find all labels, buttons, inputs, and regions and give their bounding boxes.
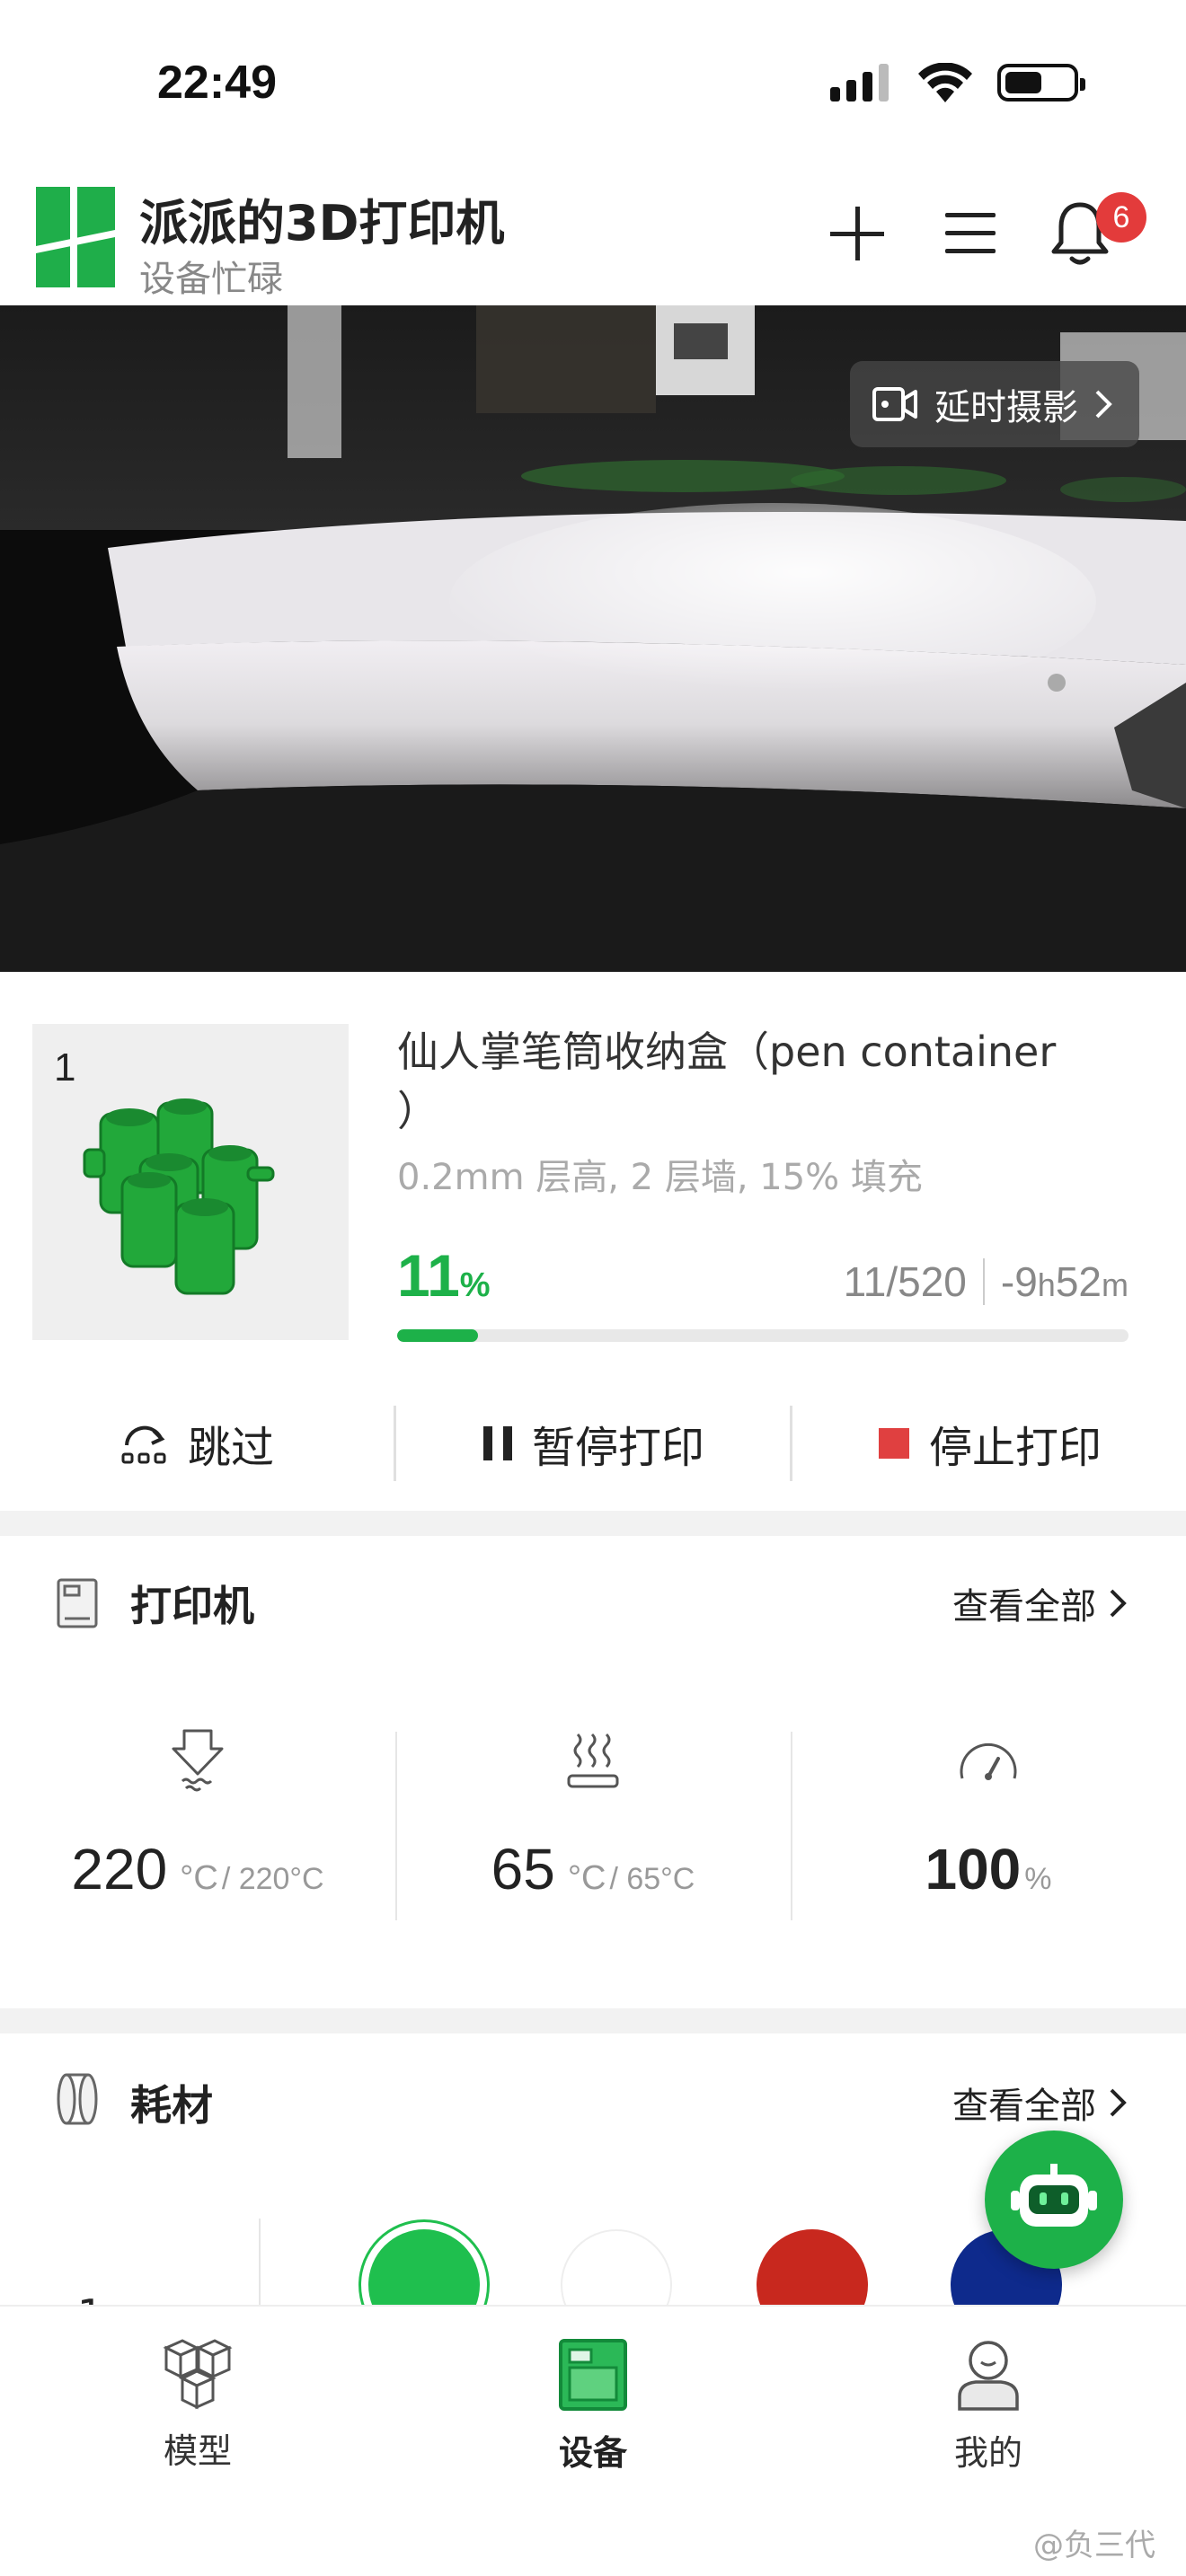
printer-view-all-label: 查看全部 — [952, 1586, 1096, 1628]
skip-icon — [121, 1425, 166, 1464]
tab-profile[interactable]: 我的 — [890, 2337, 1087, 2475]
bed-temp-unit: °C — [567, 1859, 606, 1897]
menu-button[interactable] — [934, 198, 1006, 269]
pause-button[interactable]: 暂停打印 — [394, 1406, 790, 1481]
chevron-right-icon — [1110, 1589, 1127, 1618]
pause-icon — [482, 1426, 512, 1460]
printer-icon — [57, 1578, 98, 1628]
filament-slot-2[interactable] — [561, 2229, 672, 2308]
battery-icon — [997, 64, 1085, 101]
section-divider — [0, 1511, 1186, 1536]
camera-feed[interactable]: 延时摄影 — [0, 305, 1186, 972]
printer-stats: 220 °C / 220°C 65 °C / 65°C 100 % — [0, 1725, 1186, 1922]
nozzle-temp-unit: °C — [180, 1859, 218, 1897]
watermark: @负三代 — [1033, 2527, 1155, 2563]
chevron-right-icon — [1095, 390, 1112, 419]
notification-badge: 6 — [1096, 192, 1146, 243]
status-time: 22:49 — [157, 57, 277, 109]
progress-unit: % — [459, 1266, 491, 1304]
chevron-right-icon — [1110, 2088, 1127, 2117]
printer-section-title: 打印机 — [130, 1582, 254, 1630]
filament-slot-1[interactable] — [368, 2229, 480, 2308]
status-bar: 22:49 — [0, 0, 1186, 162]
speed-unit: % — [1024, 1862, 1052, 1896]
menu-icon — [945, 213, 996, 253]
status-icons — [830, 63, 1085, 102]
bed-temp-target: / 65°C — [609, 1862, 695, 1896]
filament-section-title: 耗材 — [130, 2081, 213, 2130]
print-speed[interactable]: 100 % — [791, 1725, 1186, 1922]
skip-button[interactable]: 跳过 — [0, 1406, 394, 1481]
progress-value: 11 — [397, 1242, 460, 1309]
printer-view-all[interactable]: 查看全部 — [952, 1577, 1127, 1629]
job-actions: 跳过 暂停打印 停止打印 — [0, 1385, 1186, 1502]
tab-models-label: 模型 — [163, 2431, 232, 2471]
progress-bar — [397, 1329, 1128, 1342]
assistant-button[interactable] — [985, 2130, 1123, 2269]
tab-devices[interactable]: 设备 — [494, 2337, 692, 2475]
device-icon — [559, 2339, 627, 2411]
stop-icon — [878, 1428, 909, 1459]
bed-temp-value: 65 — [491, 1837, 555, 1901]
progress-bar-fill — [397, 1329, 478, 1342]
filament-slot-3[interactable] — [757, 2229, 868, 2308]
remaining-time: -9h52m — [1000, 1258, 1128, 1305]
printer-name: 派派的3D打印机 — [139, 195, 505, 251]
cube-icon — [163, 2339, 233, 2410]
printer-status: 设备忙碌 — [139, 259, 283, 300]
add-icon — [830, 207, 884, 260]
speedometer-icon — [960, 1742, 1017, 1780]
speed-value: 100 — [925, 1837, 1022, 1901]
tab-profile-label: 我的 — [953, 2433, 1022, 2473]
pause-label: 暂停打印 — [531, 1423, 704, 1473]
job-name: 仙人掌笔筒收纳盒（pen container ） — [397, 1028, 1057, 1135]
wifi-icon — [918, 63, 972, 102]
timelapse-label: 延时摄影 — [934, 387, 1078, 428]
model-thumbnail[interactable]: 1 — [32, 1024, 349, 1340]
layer-count: 11/520 — [843, 1258, 967, 1305]
nozzle-temp-target: / 220°C — [221, 1862, 324, 1896]
video-camera-icon — [872, 387, 917, 421]
heatbed-icon — [567, 1733, 619, 1788]
nozzle-icon — [172, 1729, 224, 1792]
stop-label: 停止打印 — [928, 1423, 1102, 1473]
robot-icon — [1011, 2164, 1097, 2227]
bottom-tab-bar: 模型 设备 我的 — [0, 2305, 1186, 2576]
cactus-model-preview — [83, 1098, 275, 1295]
job-progress-info: 11/520 -9h52m — [844, 1257, 1128, 1306]
job-settings: 0.2mm 层高, 2 层墙, 15% 填充 — [397, 1157, 923, 1198]
tab-models[interactable]: 模型 — [99, 2337, 296, 2473]
stop-button[interactable]: 停止打印 — [790, 1406, 1186, 1481]
app-logo — [36, 187, 115, 287]
spool-icon — [57, 2073, 98, 2125]
bed-temperature[interactable]: 65 °C / 65°C — [395, 1725, 791, 1922]
header: 派派的3D打印机 设备忙碌 6 — [0, 171, 1186, 305]
add-button[interactable] — [821, 198, 893, 269]
section-divider — [0, 2008, 1186, 2033]
timelapse-button[interactable]: 延时摄影 — [850, 361, 1139, 447]
print-job-card: 1 仙人掌笔筒收纳盒（pen container ） 0.2mm 层高, 2 层… — [0, 972, 1186, 1511]
filament-view-all-label: 查看全部 — [952, 2086, 1096, 2127]
nozzle-temp-value: 220 — [71, 1837, 168, 1901]
user-icon — [958, 2341, 1019, 2411]
progress-percent: 11% — [397, 1241, 491, 1310]
cellular-icon — [830, 64, 889, 101]
nozzle-temperature[interactable]: 220 °C / 220°C — [0, 1725, 395, 1922]
filament-view-all[interactable]: 查看全部 — [952, 2077, 1127, 2129]
tab-devices-label: 设备 — [558, 2433, 627, 2473]
skip-label: 跳过 — [187, 1423, 274, 1473]
